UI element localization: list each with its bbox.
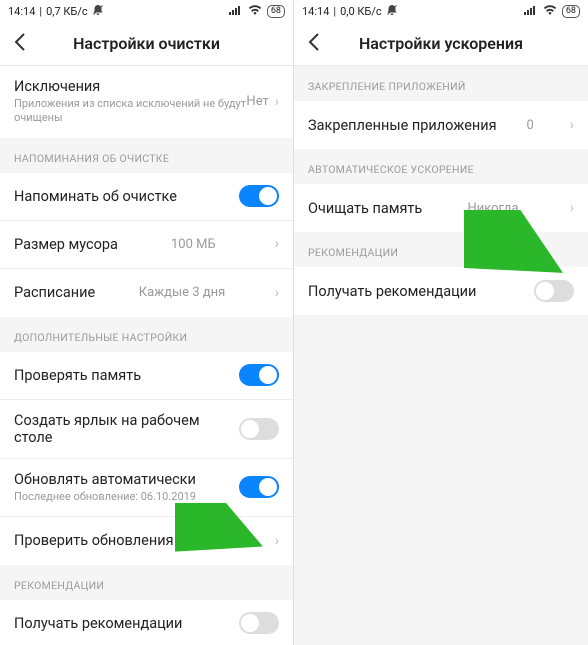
section-header-auto: АВТОМАТИЧЕСКОЕ УСКОРЕНИЕ [294,149,588,184]
row-label: Создать ярлык на рабочем столе [14,412,239,446]
remind-row[interactable]: Напоминать об очистке [0,173,293,221]
clear-memory-row[interactable]: Очищать память Никогда › [294,184,588,232]
chevron-right-icon: › [275,533,279,549]
shortcut-row[interactable]: Создать ярлык на рабочем столе [0,400,293,459]
dnd-icon [386,4,398,19]
schedule-row[interactable]: Расписание Каждые 3 дня › [0,269,293,317]
wifi-icon [543,5,557,18]
row-label: Размер мусора [14,236,118,253]
pinned-apps-row[interactable]: Закрепленные приложения 0 › [294,101,588,149]
status-net: 0,0 КБ/с [340,5,382,18]
status-bar: 14:14 | 0,0 КБ/с 68 [294,0,588,22]
section-header-recs: РЕКОМЕНДАЦИИ [0,565,293,600]
exclusions-row[interactable]: Исключения Приложения из списка исключен… [0,66,293,138]
section-header-reminders: НАПОМИНАНИЯ ОБ ОЧИСТКЕ [0,138,293,173]
row-label: Получать рекомендации [14,615,182,632]
signal-icon [524,5,538,18]
trash-size-row[interactable]: Размер мусора 100 МБ › [0,221,293,269]
wifi-icon [248,5,262,18]
signal-icon [229,5,243,18]
dnd-icon [92,4,104,19]
get-recs-row[interactable]: Получать рекомендации [294,267,588,315]
remind-toggle[interactable] [239,185,279,207]
section-header-pin: ЗАКРЕПЛЕНИЕ ПРИЛОЖЕНИЙ [294,66,588,101]
row-label: Обновлять автоматически [14,471,239,488]
auto-update-toggle[interactable] [239,476,279,498]
chevron-right-icon: › [570,117,574,133]
row-value: Никогда [467,201,518,216]
row-value: Нет [246,94,268,109]
phone-left: 14:14 | 0,7 КБ/с 68 Настройк [0,0,294,645]
back-button[interactable] [294,32,334,56]
page-title: Настройки очистки [0,34,293,53]
chevron-right-icon: › [275,94,279,110]
row-value: 100 МБ [171,237,216,252]
section-header-recs: РЕКОМЕНДАЦИИ [294,232,588,267]
shortcut-toggle[interactable] [239,418,279,440]
row-label: Исключения [14,78,246,95]
check-memory-toggle[interactable] [239,364,279,386]
row-label: Проверить обновления [14,532,174,549]
titlebar: Настройки ускорения [294,22,588,66]
row-label: Закрепленные приложения [308,117,497,134]
row-sublabel: Приложения из списка исключений не будут… [14,97,246,126]
get-recs-row[interactable]: Получать рекомендации [0,600,293,645]
row-label: Проверять память [14,367,141,384]
get-recs-toggle[interactable] [534,280,574,302]
check-memory-row[interactable]: Проверять память [0,352,293,400]
page-title: Настройки ускорения [294,34,588,53]
row-label: Расписание [14,284,95,301]
battery-icon: 68 [267,5,285,18]
row-label: Получать рекомендации [308,283,476,300]
row-sublabel: Последнее обновление: 06.10.2019 [14,490,239,504]
status-bar: 14:14 | 0,7 КБ/с 68 [0,0,293,22]
row-value: Каждые 3 дня [139,285,225,300]
get-recs-toggle[interactable] [239,612,279,634]
chevron-right-icon: › [275,285,279,301]
auto-update-row[interactable]: Обновлять автоматически Последнее обновл… [0,459,293,517]
battery-icon: 68 [562,5,580,18]
chevron-right-icon: › [275,236,279,252]
titlebar: Настройки очистки [0,22,293,66]
section-header-advanced: ДОПОЛНИТЕЛЬНЫЕ НАСТРОЙКИ [0,317,293,352]
check-updates-row[interactable]: Проверить обновления › [0,517,293,565]
back-button[interactable] [0,32,40,56]
status-time: 14:14 [8,5,35,18]
chevron-right-icon: › [570,200,574,216]
status-net: 0,7 КБ/с [46,5,88,18]
row-value: 0 [527,118,534,133]
row-label: Очищать память [308,200,422,217]
status-time: 14:14 [302,5,329,18]
row-label: Напоминать об очистке [14,188,177,205]
phone-right: 14:14 | 0,0 КБ/с 68 Настройк [294,0,588,645]
